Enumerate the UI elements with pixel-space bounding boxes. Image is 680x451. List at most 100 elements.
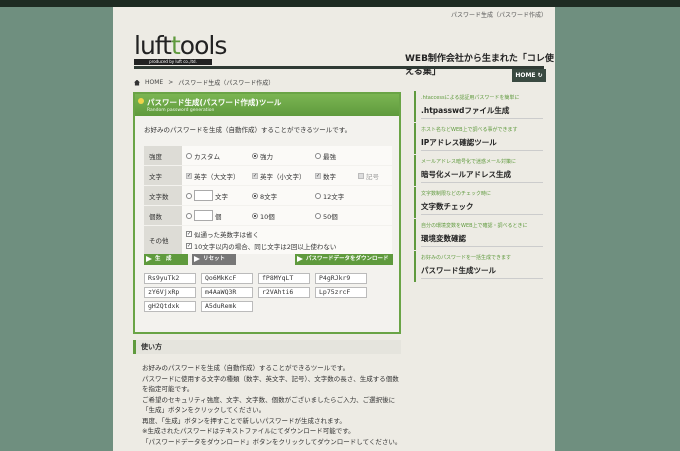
header-divider bbox=[134, 66, 544, 69]
password-field[interactable]: Rs9yuTk2 bbox=[144, 273, 196, 284]
sidebar-item-title: パスワード生成ツール bbox=[421, 266, 496, 275]
check-icon: ✓ bbox=[252, 172, 258, 179]
option-label: 英字（大文字） bbox=[194, 172, 240, 181]
radio-length-custom[interactable]: 文字 bbox=[186, 190, 228, 201]
generate-button[interactable]: 生 成 bbox=[144, 254, 188, 265]
divider bbox=[421, 182, 543, 183]
row-length: 文字数 文字 8文字 12文字 bbox=[144, 186, 392, 205]
sidebar-item-title: IPアドレス確認ツール bbox=[421, 138, 497, 147]
option-label: 文字 bbox=[215, 192, 228, 201]
sidebar-item-title: 環境変数確認 bbox=[421, 234, 466, 243]
sidebar-tools: .htaccessによる認証用パスワードを簡単に .htpasswdファイル生成… bbox=[414, 91, 543, 283]
row-label: 文字数 bbox=[144, 186, 182, 205]
row-label: その他 bbox=[144, 226, 182, 254]
option-label: 強力 bbox=[260, 152, 273, 161]
check-digits[interactable]: ✓ 数字 bbox=[315, 171, 336, 181]
divider bbox=[421, 150, 543, 151]
sidebar-item-char-count[interactable]: 文字数制限などのチェック時に 文字数チェック bbox=[414, 187, 543, 218]
check-icon: ✓ bbox=[186, 172, 192, 179]
radio-custom[interactable]: カスタム bbox=[186, 151, 220, 161]
check-symbols[interactable]: 記号 bbox=[358, 171, 379, 181]
check-exclude-similar[interactable]: ✓ 似通った英数字は省く bbox=[186, 229, 336, 239]
download-button-label: パスワードデータをダウンロード bbox=[306, 256, 389, 262]
check-lowercase[interactable]: ✓ 英字（小文字） bbox=[252, 171, 306, 181]
usage-heading: 使い方 bbox=[133, 340, 401, 354]
radio-count-50[interactable]: 50個 bbox=[315, 211, 338, 221]
radio-strongest[interactable]: 最強 bbox=[315, 151, 336, 161]
divider bbox=[421, 214, 543, 215]
radio-icon bbox=[252, 192, 258, 199]
tool-intro: お好みのパスワードを生成（自動作成）することができるツールです。 bbox=[144, 126, 352, 134]
play-icon bbox=[146, 256, 152, 262]
password-field[interactable]: gH2Qtdxk bbox=[144, 301, 196, 312]
radio-icon bbox=[186, 212, 192, 219]
tool-subtitle: Random password generation bbox=[147, 108, 215, 113]
row-chars: 文字 ✓ 英字（大文字） ✓ 英字（小文字） ✓ 数字 記号 bbox=[144, 166, 392, 185]
check-uppercase[interactable]: ✓ 英字（大文字） bbox=[186, 171, 240, 181]
option-label: 数字 bbox=[323, 172, 336, 181]
usage-line: パスワードに使用する文字の種類（数字、英文字、記号）、文字数の長さ、生成する個数 bbox=[142, 374, 399, 383]
sidebar-item-ip-check[interactable]: ホスト名などWEB上で調べる事ができます IPアドレス確認ツール bbox=[414, 123, 543, 154]
logo-accent: t bbox=[170, 31, 181, 60]
download-button[interactable]: パスワードデータをダウンロード bbox=[295, 254, 393, 265]
sidebar-item-htpasswd[interactable]: .htaccessによる認証用パスワードを簡単に .htpasswdファイル生成 bbox=[414, 91, 543, 122]
option-label: 50個 bbox=[323, 212, 338, 221]
radio-count-10[interactable]: 10個 bbox=[252, 211, 275, 221]
radio-length-8[interactable]: 8文字 bbox=[252, 191, 277, 201]
option-label: 英字（小文字） bbox=[260, 172, 306, 181]
reset-button[interactable]: リセット bbox=[192, 254, 236, 265]
sidebar-item-sub: .htaccessによる認証用パスワードを簡単に bbox=[421, 95, 520, 101]
radio-icon bbox=[315, 212, 321, 219]
options-grid: 強度 カスタム 強力 最強 文字 ✓ 英字（大文字） ✓ 英字（小文字） ✓ 数字 記… bbox=[144, 146, 392, 255]
page-container: パスワード生成（パスワード作成） lufttools produced by l… bbox=[113, 7, 555, 451]
row-other: その他 ✓ 似通った英数字は省く ✓ 10文字以内の場合、同じ文字は2回以上使わない bbox=[144, 226, 392, 254]
sidebar-item-env-vars[interactable]: 自分の環境変数をWEB上で確認・調べるときに 環境変数確認 bbox=[414, 219, 543, 250]
sidebar-item-password-gen[interactable]: お好みのパスワードを一括生成できます パスワード生成ツール bbox=[414, 251, 543, 282]
password-field[interactable]: fP8MYqLT bbox=[258, 273, 310, 284]
site-logo[interactable]: lufttools bbox=[134, 31, 227, 60]
breadcrumb-home[interactable]: HOME bbox=[145, 79, 163, 86]
option-label: 10個 bbox=[260, 212, 275, 221]
check-icon: ✓ bbox=[186, 231, 192, 237]
sidebar-item-title: 文字数チェック bbox=[421, 202, 474, 211]
password-field[interactable]: Lp75zrcF bbox=[315, 287, 367, 298]
check-icon bbox=[358, 172, 364, 179]
option-label: 最強 bbox=[323, 152, 336, 161]
refresh-icon: ↻ bbox=[537, 72, 543, 79]
sidebar-item-mail-encrypt[interactable]: メールアドレス暗号化で迷惑メール対策に 暗号化メールアドレス生成 bbox=[414, 155, 543, 186]
password-field[interactable]: A5duRemk bbox=[201, 301, 253, 312]
divider bbox=[421, 246, 543, 247]
usage-line: お好みのパスワードを生成（自動作成）することができるツールです。 bbox=[142, 364, 350, 372]
password-field[interactable]: m4AaWQ3R bbox=[201, 287, 253, 298]
option-label: 個 bbox=[215, 212, 222, 221]
password-field[interactable]: Qo6MkKcF bbox=[201, 273, 253, 284]
generate-button-label: 生 成 bbox=[155, 256, 172, 262]
sidebar-item-sub: ホスト名などWEB上で調べる事ができます bbox=[421, 127, 518, 133]
sidebar-item-title: 暗号化メールアドレス生成 bbox=[421, 170, 511, 179]
option-label: カスタム bbox=[194, 152, 220, 161]
password-field[interactable]: P4gRJkr9 bbox=[315, 273, 367, 284]
row-count: 個数 個 10個 50個 bbox=[144, 206, 392, 225]
radio-length-12[interactable]: 12文字 bbox=[315, 191, 344, 201]
home-button[interactable]: HOME ↻ bbox=[512, 69, 546, 82]
radio-count-custom[interactable]: 個 bbox=[186, 210, 222, 221]
breadcrumb: HOME > パスワード生成（パスワード作成） bbox=[134, 78, 274, 87]
count-input[interactable] bbox=[194, 210, 213, 221]
radio-strong[interactable]: 強力 bbox=[252, 151, 273, 161]
check-no-repeat[interactable]: ✓ 10文字以内の場合、同じ文字は2回以上使わない bbox=[186, 241, 336, 251]
row-label: 強度 bbox=[144, 146, 182, 165]
play-icon bbox=[194, 256, 200, 262]
password-field[interactable]: zY6VjxRp bbox=[144, 287, 196, 298]
radio-icon bbox=[186, 192, 192, 199]
divider bbox=[421, 278, 543, 279]
radio-icon bbox=[315, 152, 321, 159]
divider bbox=[421, 118, 543, 119]
option-label: 10文字以内の場合、同じ文字は2回以上使わない bbox=[194, 243, 337, 251]
home-icon bbox=[134, 79, 140, 86]
check-icon: ✓ bbox=[315, 172, 321, 179]
sidebar-item-sub: お好みのパスワードを一括生成できます bbox=[421, 255, 512, 261]
option-label: 8文字 bbox=[260, 192, 278, 201]
check-icon: ✓ bbox=[186, 243, 192, 249]
length-input[interactable] bbox=[194, 190, 213, 201]
password-field[interactable]: r2VAhti6 bbox=[258, 287, 310, 298]
